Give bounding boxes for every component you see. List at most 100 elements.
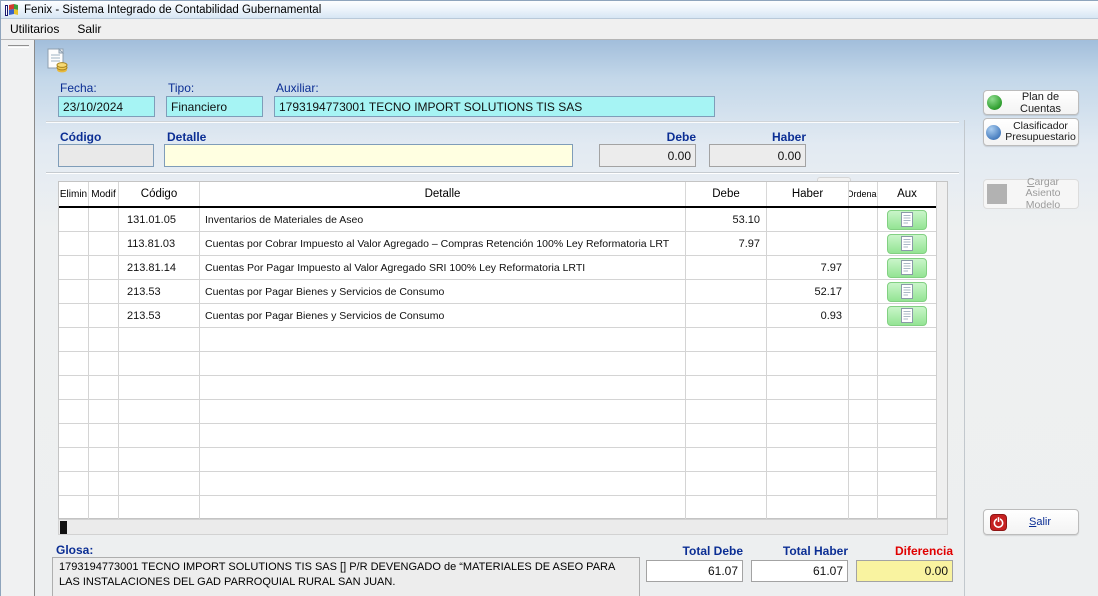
- cell-modif: [89, 328, 119, 352]
- cell-elimin: [59, 280, 89, 304]
- cell-aux: [878, 376, 936, 400]
- cell-debe: [686, 352, 767, 376]
- cell-aux: [878, 328, 936, 352]
- fecha-label: Fecha:: [60, 81, 97, 95]
- clasificador-presupuestario-button[interactable]: Clasificador Presupuestario: [983, 118, 1079, 146]
- cell-modif: [89, 208, 119, 232]
- table-body: 131.01.05Inventarios de Materiales de As…: [59, 208, 936, 520]
- table-row[interactable]: 213.53Cuentas por Pagar Bienes y Servici…: [59, 280, 936, 304]
- cell-elimin: [59, 424, 89, 448]
- plan-de-cuentas-label: Plan de Cuentas: [1006, 91, 1075, 115]
- blue-sphere-icon: [986, 125, 1001, 140]
- diferencia-label: Diferencia: [856, 544, 953, 558]
- cell-detalle: [200, 376, 686, 400]
- cell-aux: [878, 280, 936, 304]
- new-entry-document-icon[interactable]: [46, 48, 70, 74]
- green-sphere-icon: [987, 95, 1002, 110]
- table-row[interactable]: 213.81.14Cuentas Por Pagar Impuesto al V…: [59, 256, 936, 280]
- cell-elimin: [59, 496, 89, 520]
- cell-detalle: [200, 496, 686, 520]
- cell-elimin: [59, 208, 89, 232]
- cell-aux: [878, 304, 936, 328]
- cell-haber: [767, 352, 849, 376]
- col-header-haber: Haber: [767, 182, 849, 206]
- cell-detalle: [200, 400, 686, 424]
- glosa-label: Glosa:: [56, 543, 93, 557]
- cell-código: [119, 376, 200, 400]
- cell-debe: [686, 376, 767, 400]
- cell-modif: [89, 472, 119, 496]
- glosa-textarea[interactable]: 1793194773001 TECNO IMPORT SOLUTIONS TIS…: [52, 557, 640, 596]
- cell-detalle: [200, 448, 686, 472]
- salir-button[interactable]: Salir: [983, 509, 1079, 535]
- table-row-empty: [59, 424, 936, 448]
- cell-ordenar: [849, 280, 878, 304]
- cell-modif: [89, 448, 119, 472]
- cell-modif: [89, 304, 119, 328]
- codigo-input[interactable]: [58, 144, 154, 167]
- auxiliar-input[interactable]: 1793194773001 TECNO IMPORT SOLUTIONS TIS…: [274, 96, 715, 117]
- col-header-debe: Debe: [686, 182, 767, 206]
- entries-table: Elimin Modif Código Detalle Debe Haber O…: [58, 181, 948, 519]
- debe-input[interactable]: 0.00: [599, 144, 696, 167]
- cell-modif: [89, 256, 119, 280]
- aux-document-icon: [901, 308, 913, 323]
- table-row-empty: [59, 448, 936, 472]
- tipo-input[interactable]: Financiero: [166, 96, 263, 117]
- cell-ordenar: [849, 304, 878, 328]
- cell-elimin: [59, 328, 89, 352]
- col-header-codigo: Código: [119, 182, 200, 206]
- aux-row-button[interactable]: [887, 282, 927, 302]
- haber-label: Haber: [709, 130, 806, 144]
- menu-item-utilitarios[interactable]: Utilitarios: [1, 20, 68, 38]
- cell-elimin: [59, 376, 89, 400]
- tipo-label: Tipo:: [168, 81, 194, 95]
- cell-código: 213.53: [119, 304, 200, 328]
- haber-input[interactable]: 0.00: [709, 144, 806, 167]
- table-row[interactable]: 131.01.05Inventarios de Materiales de As…: [59, 208, 936, 232]
- cell-debe: [686, 424, 767, 448]
- codigo-label: Código: [60, 130, 101, 144]
- aux-row-button[interactable]: [887, 306, 927, 326]
- aux-row-button[interactable]: [887, 234, 927, 254]
- cell-haber: [767, 424, 849, 448]
- table-row-empty: [59, 328, 936, 352]
- cell-modif: [89, 280, 119, 304]
- cell-elimin: [59, 448, 89, 472]
- menu-item-salir[interactable]: Salir: [68, 20, 110, 38]
- detalle-input[interactable]: [164, 144, 573, 167]
- cell-debe: [686, 256, 767, 280]
- table-horizontal-scrollbar[interactable]: [58, 519, 948, 535]
- cell-modif: [89, 424, 119, 448]
- collapsed-side-panel[interactable]: [1, 40, 35, 596]
- panel-grip-handle[interactable]: [8, 45, 29, 48]
- cell-código: [119, 496, 200, 520]
- table-row[interactable]: 113.81.03Cuentas por Cobrar Impuesto al …: [59, 232, 936, 256]
- table-row-empty: [59, 376, 936, 400]
- window-title: Fenix - Sistema Integrado de Contabilida…: [24, 4, 321, 16]
- table-vertical-scrollbar[interactable]: [936, 182, 947, 518]
- salir-label: Salir: [1029, 516, 1051, 528]
- aux-row-button[interactable]: [887, 210, 927, 230]
- cell-aux: [878, 232, 936, 256]
- plan-de-cuentas-button[interactable]: Plan de Cuentas: [983, 90, 1079, 115]
- horizontal-scrollbar-thumb[interactable]: [60, 521, 67, 534]
- cell-aux: [878, 448, 936, 472]
- aux-row-button[interactable]: [887, 258, 927, 278]
- cargar-asiento-label: Cargar Asiento Modelo: [1011, 177, 1075, 212]
- title-bar: Fenix - Sistema Integrado de Contabilida…: [1, 1, 1098, 19]
- cell-código: [119, 472, 200, 496]
- cell-modif: [89, 376, 119, 400]
- total-haber-label: Total Haber: [751, 544, 848, 558]
- cell-código: 213.81.14: [119, 256, 200, 280]
- cargar-asiento-modelo-button[interactable]: Cargar Asiento Modelo: [983, 179, 1079, 209]
- table-row[interactable]: 213.53Cuentas por Pagar Bienes y Servici…: [59, 304, 936, 328]
- group-divider-top: [46, 121, 959, 123]
- cell-aux: [878, 496, 936, 520]
- col-header-modif: Modif: [89, 182, 119, 206]
- aux-document-icon: [901, 212, 913, 227]
- cell-detalle: Cuentas por Pagar Bienes y Servicios de …: [200, 280, 686, 304]
- cell-detalle: [200, 424, 686, 448]
- fecha-input[interactable]: 23/10/2024: [58, 96, 155, 117]
- cell-haber: 0.93: [767, 304, 849, 328]
